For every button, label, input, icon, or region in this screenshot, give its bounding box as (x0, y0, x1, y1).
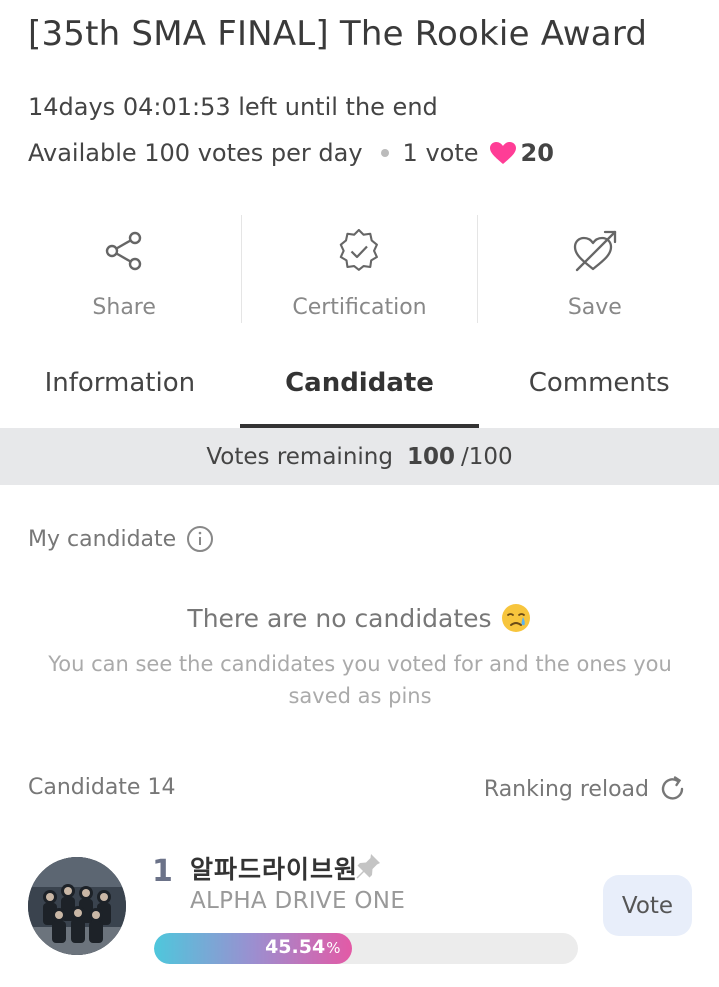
empty-state-title: There are no candidates (0, 602, 719, 634)
share-icon (103, 227, 145, 275)
separator-dot (380, 149, 389, 157)
tab-candidate[interactable]: Candidate (239, 350, 480, 428)
save-label: Save (567, 295, 622, 320)
page-title: [35th SMA FINAL] The Rookie Award (28, 14, 648, 54)
votes-remaining-value: 100 (406, 443, 455, 470)
certification-button[interactable]: Certification (241, 215, 476, 323)
vote-progress-bar: 45.54% (154, 933, 578, 964)
certification-label: Certification (292, 295, 427, 320)
candidate-name-english: ALPHA DRIVE ONE (190, 888, 406, 914)
vote-info: Available 100 votes per day 1 vote 20 (28, 139, 554, 167)
pin-icon[interactable] (354, 852, 382, 884)
candidate-avatar[interactable] (28, 857, 126, 955)
heart-arrow-icon (571, 227, 619, 275)
votes-remaining-label: Votes remaining (206, 443, 393, 470)
share-button[interactable]: Share (7, 215, 241, 323)
vote-cost: 20 (520, 139, 554, 167)
reload-icon (659, 775, 687, 803)
vote-percentage-unit: % (326, 939, 341, 957)
time-left-text: 14days 04:01:53 left until the end (28, 93, 438, 121)
my-candidate-header: My candidate (28, 525, 214, 553)
heart-icon (489, 141, 517, 165)
vote-button[interactable]: Vote (603, 875, 692, 936)
vote-percentage-value: 45.54 (265, 936, 326, 958)
tab-comments[interactable]: Comments (479, 350, 719, 428)
my-candidate-label: My candidate (28, 526, 177, 552)
candidate-rank: 1 (152, 854, 173, 889)
info-icon[interactable] (186, 525, 214, 553)
certification-badge-icon (337, 227, 381, 275)
tab-bar: Information Candidate Comments (0, 350, 719, 428)
save-button[interactable]: Save (476, 215, 712, 323)
action-bar: Share Certification Save (7, 215, 712, 323)
ranking-reload-label: Ranking reload (483, 776, 649, 802)
candidate-count: Candidate 14 (28, 775, 176, 800)
crying-face-icon (500, 602, 532, 634)
daily-votes-text: Available 100 votes per day (28, 139, 363, 167)
votes-remaining-total: /100 (460, 443, 513, 470)
empty-state-title-text: There are no candidates (187, 603, 492, 633)
ranking-reload-button[interactable]: Ranking reload (484, 775, 687, 803)
candidate-row: 1 알파드라이브원 ALPHA DRIVE ONE 45.54% Vote (0, 850, 719, 980)
candidate-name-korean: 알파드라이브원 (190, 855, 359, 884)
share-label: Share (92, 295, 156, 320)
vote-unit-text: 1 vote (402, 139, 479, 167)
votes-remaining-bar: Votes remaining 100 /100 (0, 428, 719, 485)
vote-percentage: 45.54% (265, 936, 340, 958)
tab-information[interactable]: Information (0, 350, 240, 428)
empty-state-description: You can see the candidates you voted for… (48, 652, 672, 708)
